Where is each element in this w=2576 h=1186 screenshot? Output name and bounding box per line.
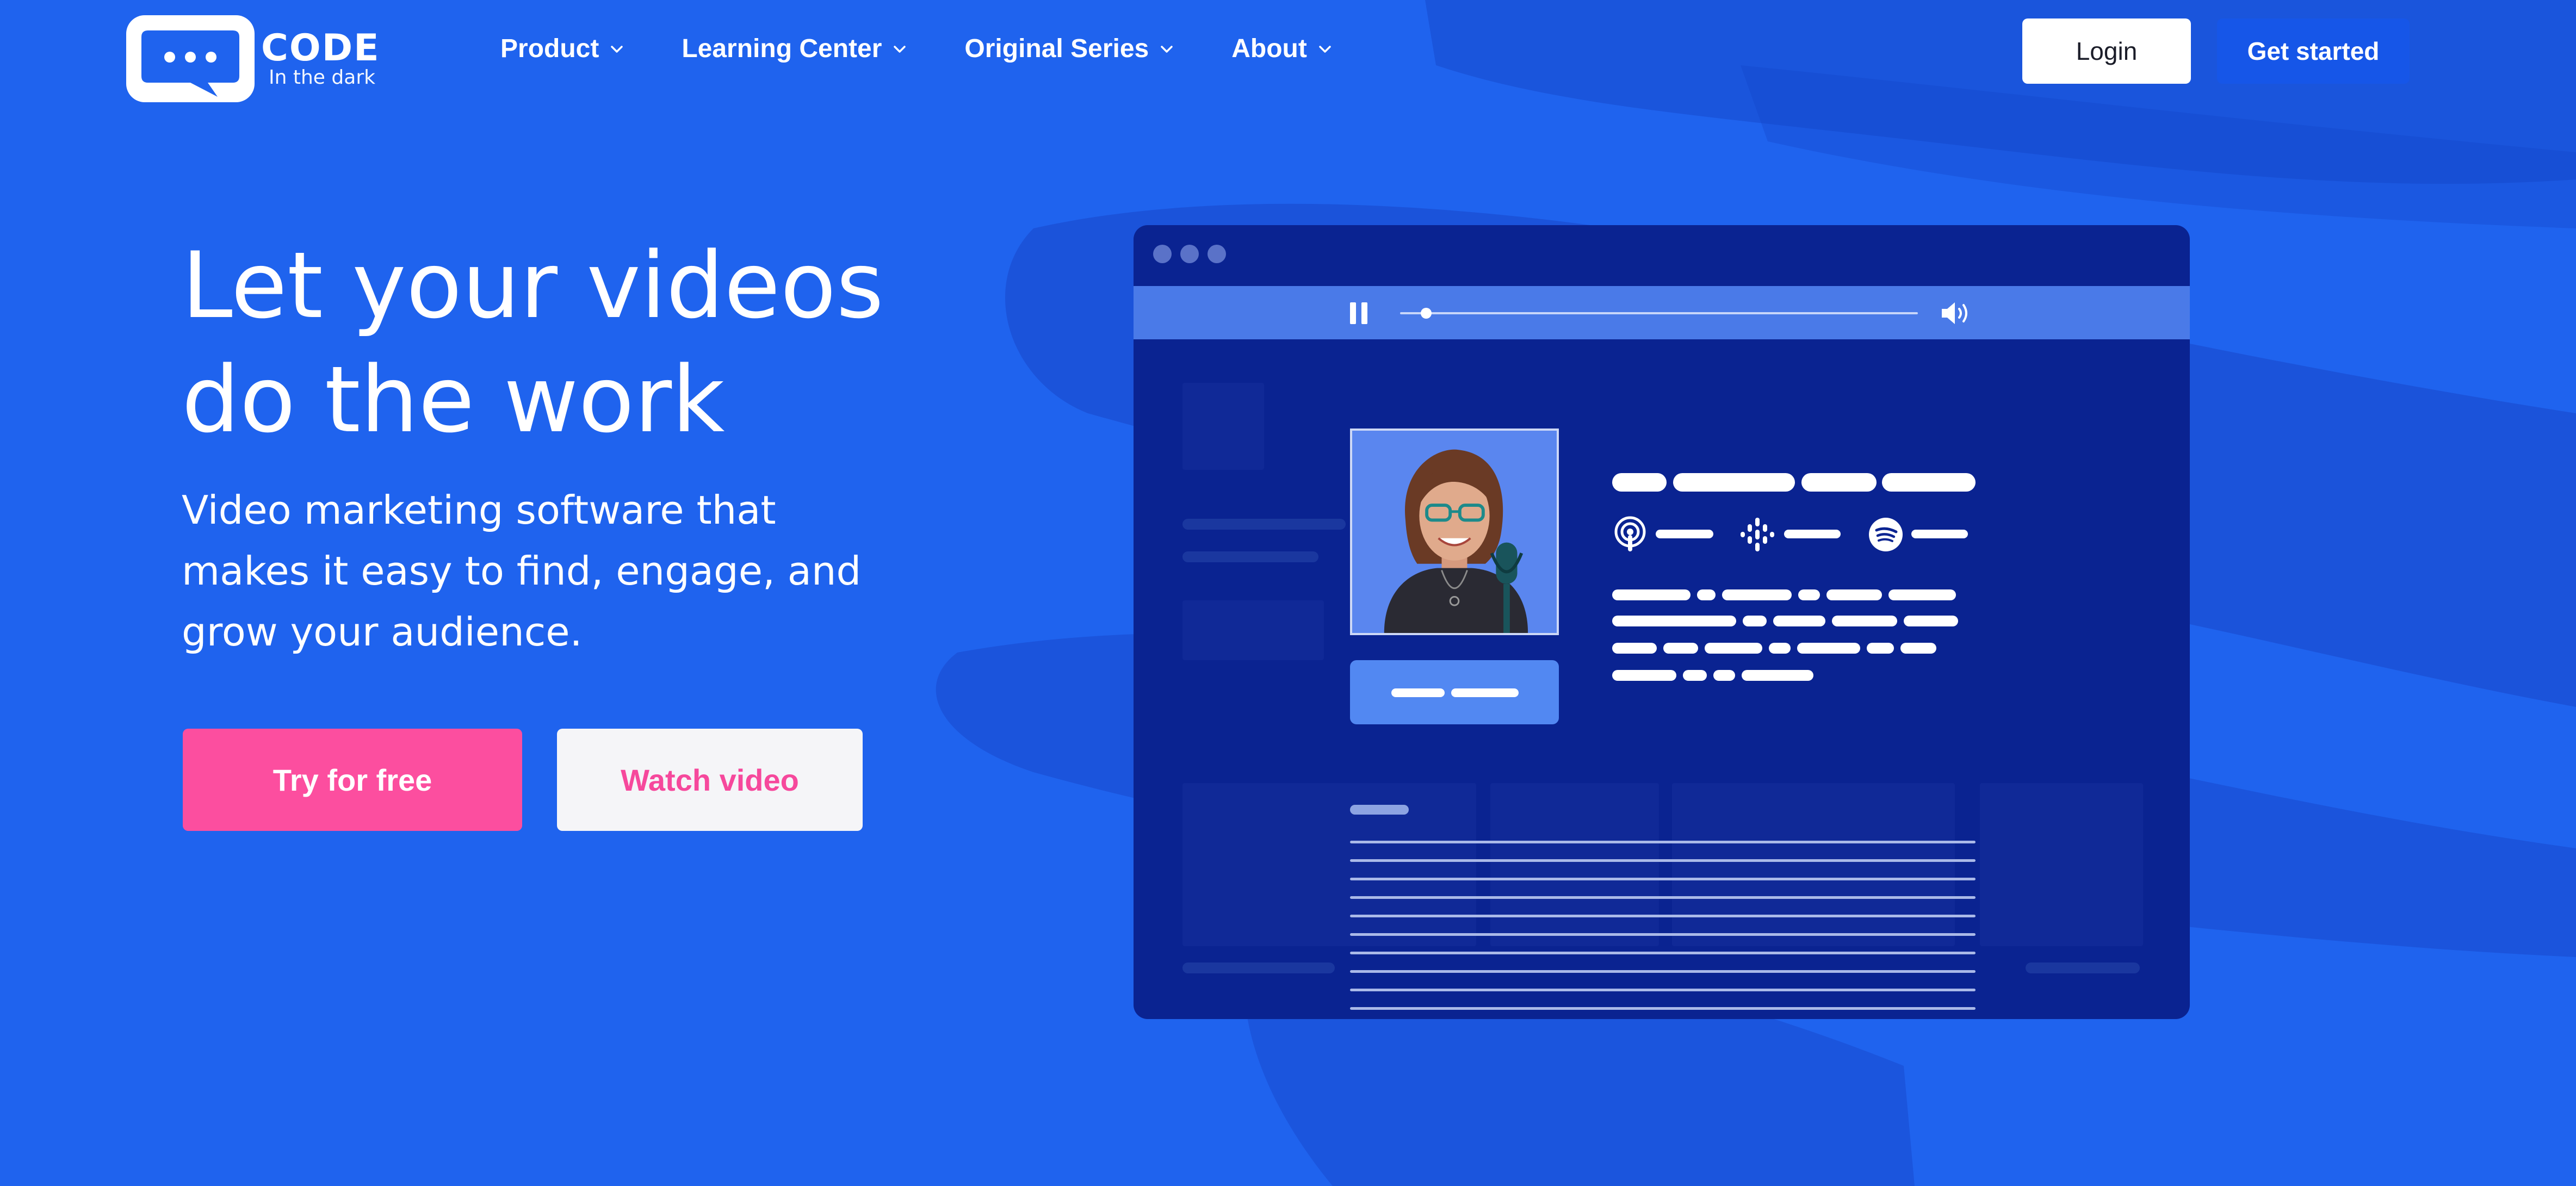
placeholder-text: [1663, 643, 1698, 654]
progress-slider-handle[interactable]: [1420, 308, 1432, 319]
brand-name: CODE: [261, 27, 380, 70]
background-thumbnail: [1182, 600, 1324, 660]
watch-video-button[interactable]: Watch video: [557, 729, 863, 831]
background-thumbnail: [1182, 383, 1264, 470]
placeholder-text: [1705, 643, 1762, 654]
placeholder-text: [1697, 589, 1716, 600]
hero-subtitle: Video marketing software that makes it e…: [182, 480, 921, 662]
background-text-line: [1182, 519, 1346, 530]
subscribe-button-placeholder[interactable]: [1350, 660, 1559, 724]
placeholder-text: [1742, 670, 1813, 681]
nav-item-original-series[interactable]: Original Series: [964, 34, 1175, 64]
placeholder-text: [1797, 643, 1860, 654]
placeholder-text: [1391, 688, 1445, 697]
window-dots: [1153, 245, 1235, 263]
nav-item-about[interactable]: About: [1231, 34, 1333, 64]
window-dot: [1153, 245, 1172, 263]
placeholder-text: [1904, 616, 1958, 626]
placeholder-text: [1743, 616, 1767, 626]
transcript-heading-placeholder: [1350, 805, 1409, 815]
player-control-bar: [1134, 286, 2190, 339]
background-video-tile: [1672, 783, 1955, 946]
chevron-down-icon: [1161, 45, 1173, 53]
google-podcasts-icon[interactable]: [1738, 516, 1776, 554]
speaker-portrait: [1350, 429, 1559, 635]
placeholder-title: [1673, 473, 1795, 492]
placeholder-text: [1612, 589, 1691, 600]
nav-item-product[interactable]: Product: [500, 34, 625, 64]
transcript-line: [1350, 1007, 1976, 1010]
hero-subtitle-line: grow your audience.: [182, 609, 583, 655]
placeholder-text: [1900, 643, 1936, 654]
nav-item-label: Learning Center: [682, 34, 882, 63]
placeholder-title: [1612, 473, 1667, 492]
transcript-line: [1350, 970, 1976, 973]
transcript-line: [1350, 989, 1976, 991]
placeholder-text: [1683, 670, 1707, 681]
placeholder-text: [1451, 688, 1519, 697]
background-text-line: [2026, 963, 2140, 973]
try-for-free-button[interactable]: Try for free: [183, 729, 522, 831]
main-nav: Product Learning Center Original Series …: [500, 34, 1390, 64]
hero-title: Let your videos do the work: [182, 228, 1052, 457]
background-text-line: [1182, 963, 1335, 973]
background-video-tile: [1182, 783, 1476, 946]
nav-item-learning-center[interactable]: Learning Center: [682, 34, 908, 64]
placeholder-text: [1612, 616, 1736, 626]
placeholder-text: [1826, 589, 1882, 600]
transcript-line: [1350, 933, 1976, 936]
placeholder-text: [1769, 643, 1791, 654]
hero-title-line: do the work: [182, 346, 725, 453]
speaker-photo: [1352, 431, 1557, 633]
get-started-button[interactable]: Get started: [2217, 18, 2410, 84]
nav-item-label: About: [1231, 34, 1307, 63]
hero-subtitle-line: makes it easy to find, engage, and: [182, 548, 862, 594]
chevron-down-icon: [611, 45, 623, 53]
placeholder-text: [1867, 643, 1894, 654]
transcript-line: [1350, 841, 1976, 843]
video-player-mockup: [1134, 225, 2190, 1019]
transcript-line: [1350, 915, 1976, 917]
nav-item-label: Original Series: [964, 34, 1149, 63]
spotify-icon[interactable]: [1867, 516, 1905, 554]
transcript-line: [1350, 952, 1976, 954]
background-text-line: [1182, 551, 1318, 562]
speech-bubble-dots-icon: [126, 15, 255, 102]
window-dot: [1208, 245, 1226, 263]
login-button[interactable]: Login: [2022, 18, 2191, 84]
window-dot: [1180, 245, 1199, 263]
platform-label: [1656, 530, 1713, 538]
placeholder-title: [1882, 473, 1976, 492]
background-video-tile: [1980, 783, 2143, 946]
hero-title-line: Let your videos: [182, 232, 884, 339]
background-video-tile: [1490, 783, 1659, 946]
pause-icon[interactable]: [1348, 301, 1370, 325]
placeholder-text: [1832, 616, 1897, 626]
placeholder-text: [1612, 670, 1676, 681]
chevron-down-icon: [894, 45, 906, 53]
placeholder-text: [1612, 643, 1657, 654]
brand-logo[interactable]: CODE In the dark: [126, 15, 380, 102]
transcript-line: [1350, 896, 1976, 899]
placeholder-text: [1713, 670, 1735, 681]
placeholder-title: [1801, 473, 1877, 492]
placeholder-text: [1722, 589, 1792, 600]
placeholder-text: [1773, 616, 1825, 626]
placeholder-text: [1888, 589, 1956, 600]
apple-podcasts-icon[interactable]: [1611, 516, 1649, 554]
brand-tagline: In the dark: [269, 66, 375, 89]
nav-item-label: Product: [500, 34, 599, 63]
progress-slider[interactable]: [1400, 312, 1918, 314]
placeholder-text: [1798, 589, 1820, 600]
transcript-line: [1350, 859, 1976, 862]
hero-subtitle-line: Video marketing software that: [182, 487, 776, 533]
transcript-line: [1350, 878, 1976, 880]
volume-icon[interactable]: [1940, 299, 1973, 327]
chevron-down-icon: [1319, 45, 1331, 53]
platform-label: [1784, 530, 1841, 538]
platform-label: [1911, 530, 1968, 538]
